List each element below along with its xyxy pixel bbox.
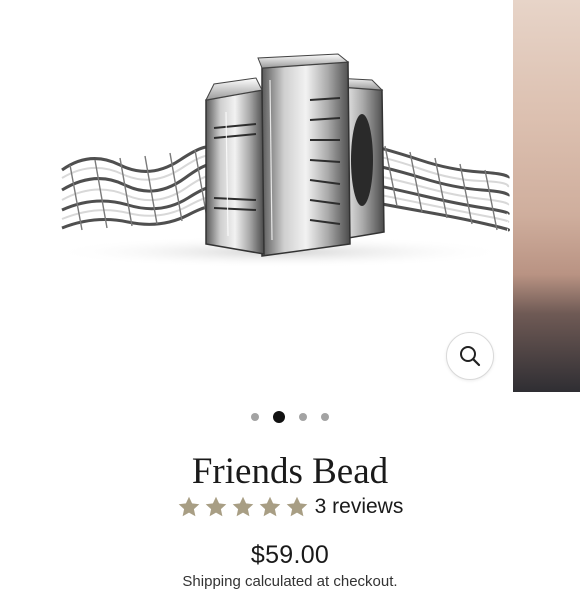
- bead-shape: [205, 53, 385, 257]
- star-rating: [177, 495, 309, 519]
- product-gallery[interactable]: [0, 0, 580, 395]
- star-icon: [232, 496, 253, 517]
- star-icon: [205, 496, 226, 517]
- shipping-note: Shipping calculated at checkout.: [182, 573, 398, 590]
- star-icon: [178, 496, 199, 517]
- bead-on-bracelet-illustration: [50, 53, 510, 268]
- product-price: $59.00: [250, 541, 330, 569]
- magnifier-icon: [460, 346, 481, 367]
- pagination-dot-4[interactable]: [321, 413, 329, 421]
- product-image[interactable]: [0, 0, 510, 395]
- star-icon: [286, 496, 307, 517]
- reviews-link[interactable]: 3 reviews: [315, 495, 404, 519]
- product-info: Friends Bead 3 reviews $59.00: [0, 450, 580, 570]
- pagination-dot-1[interactable]: [251, 413, 259, 421]
- next-product-image-preview[interactable]: [513, 0, 580, 392]
- gallery-pagination: [0, 411, 580, 423]
- product-rating[interactable]: 3 reviews: [0, 495, 580, 519]
- product-title: Friends Bead: [191, 451, 389, 492]
- pagination-dot-2-active[interactable]: [273, 411, 285, 423]
- star-icon: [259, 496, 280, 517]
- pagination-dot-3[interactable]: [299, 413, 307, 421]
- zoom-button[interactable]: [446, 332, 494, 380]
